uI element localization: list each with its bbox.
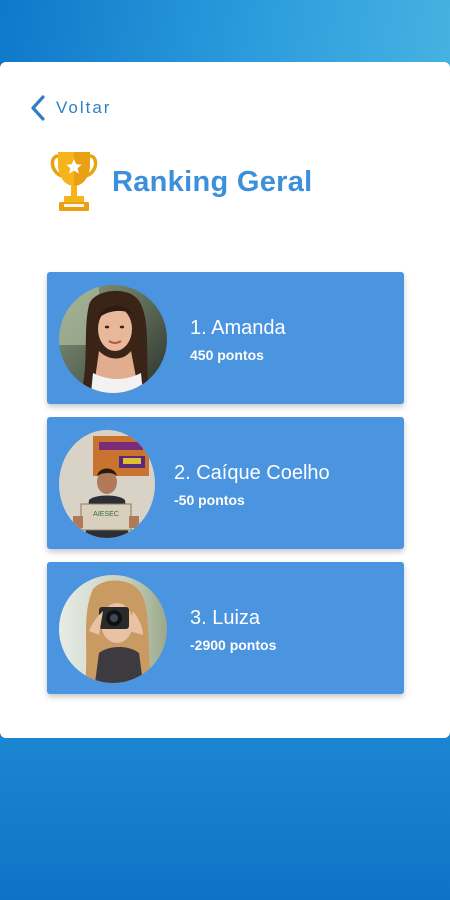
ranking-name: 1. Amanda bbox=[190, 317, 286, 339]
avatar bbox=[59, 575, 167, 683]
page-title: Ranking Geral bbox=[112, 165, 313, 198]
chevron-left-icon bbox=[31, 95, 45, 121]
page-header: Ranking Geral bbox=[48, 150, 313, 214]
ranking-points: -2900 pontos bbox=[190, 637, 277, 653]
ranking-item-2[interactable]: AIESEC 2. Caíque Coelho -50 pontos bbox=[47, 417, 404, 549]
back-button[interactable]: Voltar bbox=[30, 95, 111, 121]
header-gradient bbox=[0, 0, 450, 70]
footer-gradient bbox=[0, 735, 450, 900]
ranking-points: -50 pontos bbox=[174, 492, 245, 508]
avatar bbox=[59, 285, 167, 393]
ranking-points: 450 pontos bbox=[190, 347, 264, 363]
ranking-name: 2. Caíque Coelho bbox=[174, 462, 330, 484]
ranking-item-3[interactable]: 3. Luiza -2900 pontos bbox=[47, 562, 404, 694]
back-label: Voltar bbox=[56, 98, 112, 117]
svg-text:AIESEC: AIESEC bbox=[93, 511, 119, 518]
trophy-icon bbox=[50, 152, 98, 211]
ranking-item-1[interactable]: 1. Amanda 450 pontos bbox=[47, 272, 404, 404]
avatar: AIESEC bbox=[59, 430, 155, 538]
ranking-name: 3. Luiza bbox=[190, 607, 261, 629]
